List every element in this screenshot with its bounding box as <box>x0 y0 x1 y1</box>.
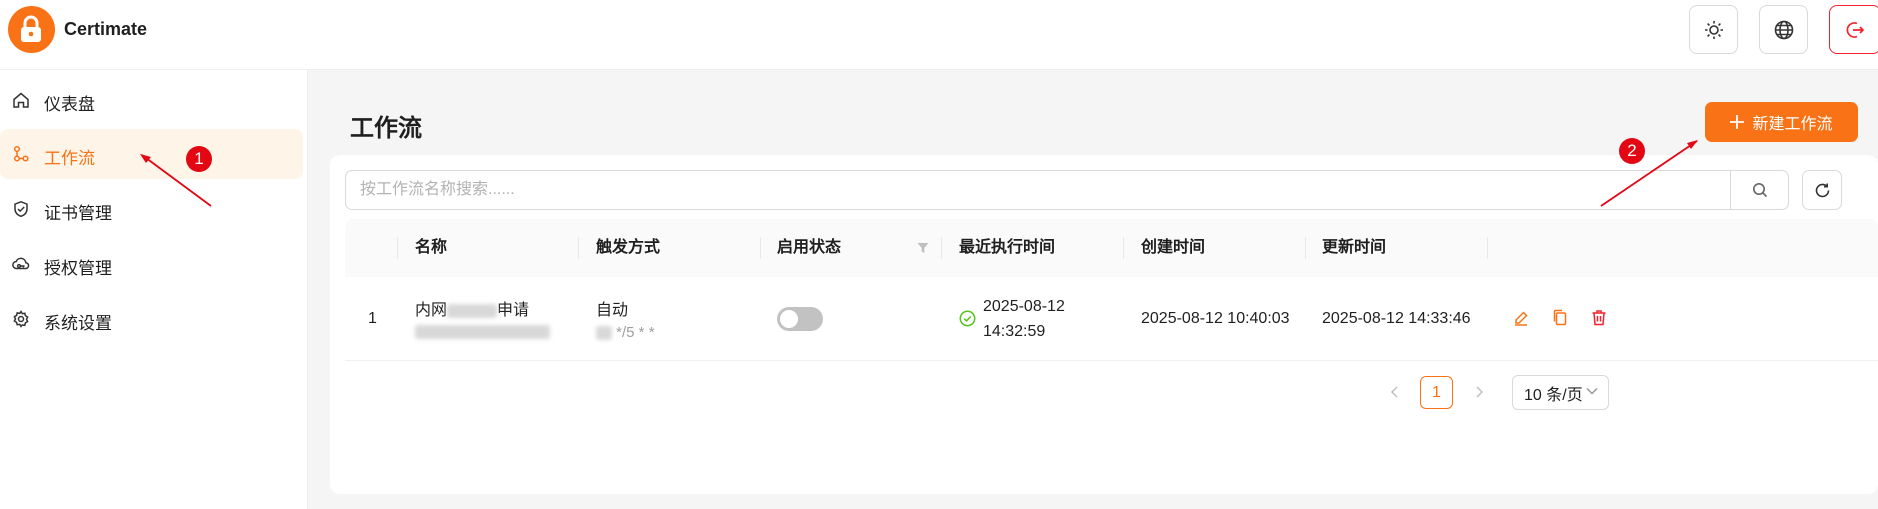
annotation-badge-2: 2 <box>1619 138 1645 164</box>
annotation-badge-1: 1 <box>186 146 212 172</box>
annotation-arrows <box>140 140 1698 207</box>
